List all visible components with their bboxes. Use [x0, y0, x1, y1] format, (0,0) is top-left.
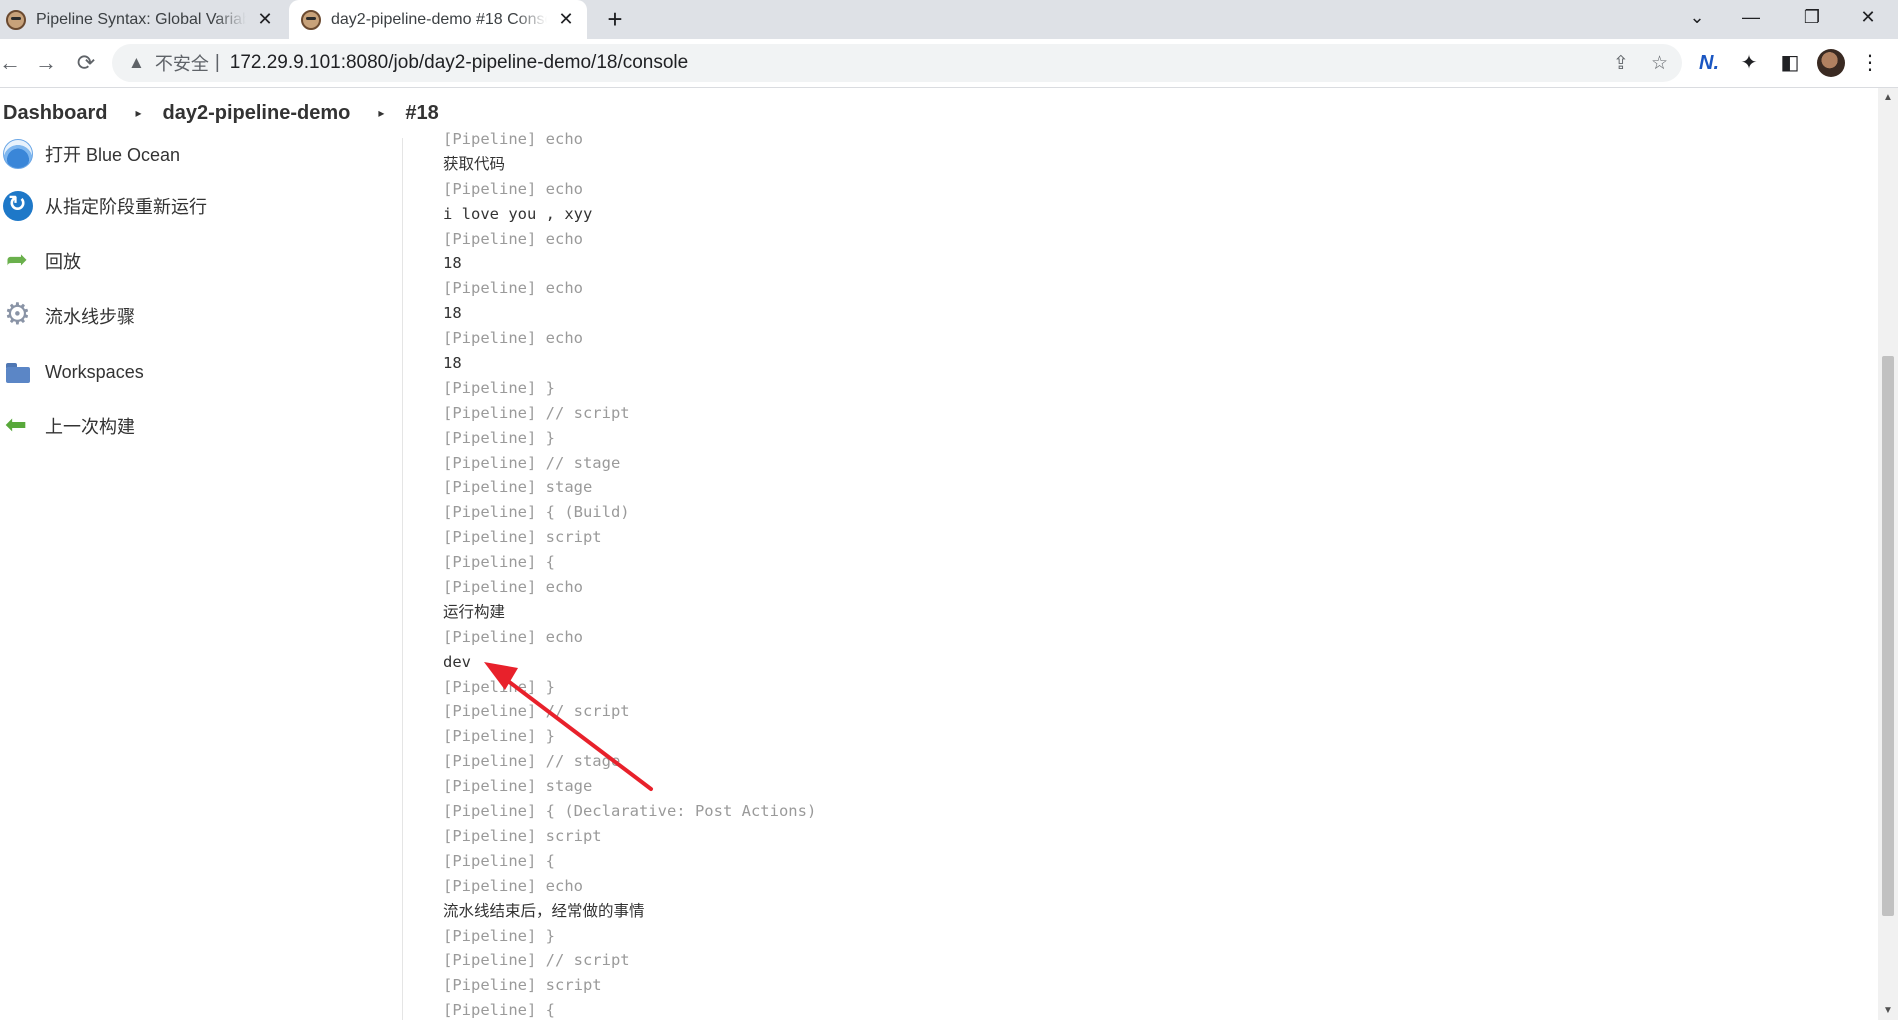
console-pipeline-line: [Pipeline] echo [443, 279, 583, 298]
tab-title: Pipeline Syntax: Global Variable Referen… [36, 10, 246, 28]
gear-icon [3, 297, 33, 332]
console-pipeline-line: [Pipeline] echo [443, 627, 583, 646]
console-pipeline-line: [Pipeline] echo [443, 578, 583, 597]
scroll-thumb[interactable] [1882, 356, 1894, 916]
console-output-line: i love you , xyy [443, 204, 593, 223]
profile-avatar[interactable] [1817, 49, 1845, 77]
previous-build-icon [3, 409, 33, 441]
breadcrumb-build[interactable]: #18 [405, 102, 438, 125]
tab-search-icon[interactable]: ⌄ [1670, 0, 1724, 36]
console-pipeline-line: [Pipeline] // script [443, 951, 630, 970]
extension-n-icon[interactable]: N. [1696, 51, 1722, 75]
new-tab-button[interactable]: + [600, 4, 630, 34]
console-pipeline-line: [Pipeline] } [443, 727, 555, 746]
breadcrumb-arrow-icon[interactable]: ▸ [378, 106, 384, 120]
sidebar-item-label: 从指定阶段重新运行 [45, 197, 207, 217]
reload-button[interactable]: ⟳ [70, 47, 102, 79]
browser-toolbar: ← → ⟳ ▲ 不安全 | 172.29.9.101:8080/job/day2… [0, 39, 1898, 88]
console-pipeline-line: [Pipeline] echo [443, 329, 583, 348]
console-output-line: 18 [443, 304, 462, 323]
sidebar-item-previous-build[interactable]: 上一次构建 [0, 409, 135, 442]
sidebar-item-label: Workspaces [45, 361, 144, 382]
console-pipeline-line: [Pipeline] } [443, 926, 555, 945]
console-output-line: 获取代码 [443, 154, 506, 173]
address-bar[interactable]: ▲ 不安全 | 172.29.9.101:8080/job/day2-pipel… [112, 44, 1682, 82]
address-url[interactable]: 172.29.9.101:8080/job/day2-pipeline-demo… [230, 52, 688, 74]
sidebar-item-label: 流水线步骤 [45, 307, 135, 327]
console-output-line: 流水线结束后，经常做的事情 [443, 901, 645, 920]
tab-title: day2-pipeline-demo #18 Console [331, 10, 547, 28]
breadcrumb-job[interactable]: day2-pipeline-demo [163, 102, 351, 125]
share-icon[interactable]: ⇪ [1613, 52, 1629, 75]
sidebar-item-replay[interactable]: 回放 [0, 244, 81, 277]
console-pipeline-line: [Pipeline] } [443, 428, 555, 447]
scroll-up-icon[interactable]: ▲ [1878, 92, 1898, 103]
console-output: [Pipeline] echo 获取代码 [Pipeline] echo i love… [443, 127, 1843, 1023]
bookmark-star-icon[interactable]: ☆ [1651, 52, 1668, 75]
side-panel-icon[interactable]: ◧ [1777, 51, 1803, 75]
console-output-line: 运行构建 [443, 602, 506, 621]
breadcrumb-dashboard[interactable]: Dashboard [3, 102, 107, 125]
console-pipeline-line: [Pipeline] // script [443, 702, 630, 721]
scroll-down-icon[interactable]: ▼ [1878, 1005, 1898, 1016]
sidebar-item-workspaces[interactable]: Workspaces [0, 356, 144, 388]
extensions-puzzle-icon[interactable]: ✦ [1736, 51, 1762, 75]
console-pipeline-line: [Pipeline] { (Declarative: Post Actions) [443, 802, 817, 821]
sidebar-item-blue-ocean[interactable]: 打开 Blue Ocean [0, 138, 180, 170]
window-close-button[interactable]: ✕ [1841, 0, 1895, 36]
warning-icon[interactable]: ▲ [128, 53, 145, 73]
minimize-button[interactable]: — [1724, 0, 1778, 36]
browser-menu-icon[interactable]: ⋮ [1860, 51, 1880, 75]
console-pipeline-line: [Pipeline] echo [443, 229, 583, 248]
address-actions: ⇪ ☆ [1613, 44, 1668, 82]
console-pipeline-line: [Pipeline] script [443, 976, 602, 995]
console-pipeline-line: [Pipeline] // script [443, 403, 630, 422]
console-pipeline-line: [Pipeline] echo [443, 130, 583, 148]
console-output-line: dev [443, 652, 471, 671]
console-pipeline-line: [Pipeline] { [443, 1001, 555, 1020]
restore-button[interactable]: ❐ [1785, 0, 1839, 36]
restart-stage-icon [3, 191, 33, 221]
console-output-line: 18 [443, 254, 462, 273]
blue-ocean-icon [3, 139, 33, 169]
console-output-line: 18 [443, 354, 462, 373]
jenkins-favicon-icon [6, 9, 26, 30]
forward-button[interactable]: → [30, 47, 62, 79]
browser-tab-pipeline-syntax[interactable]: Pipeline Syntax: Global Variable Referen… [0, 0, 286, 39]
breadcrumb-arrow-icon[interactable]: ▸ [135, 106, 141, 120]
page-scrollbar[interactable]: ▲ ▼ [1878, 88, 1898, 1020]
console-pipeline-line: [Pipeline] script [443, 528, 602, 547]
browser-tab-strip: Pipeline Syntax: Global Variable Referen… [0, 0, 1898, 39]
tab-close-icon[interactable]: ✕ [252, 9, 278, 30]
sidebar: 打开 Blue Ocean 从指定阶段重新运行 回放 流水线步骤 Workspa… [0, 138, 403, 1020]
console-pipeline-line: [Pipeline] { (Build) [443, 503, 630, 522]
console-pipeline-line: [Pipeline] // stage [443, 752, 621, 771]
console-pipeline-line: [Pipeline] echo [443, 179, 583, 198]
console-pipeline-line: [Pipeline] stage [443, 777, 593, 796]
folder-icon [3, 357, 33, 387]
replay-icon [3, 244, 33, 276]
sidebar-item-pipeline-steps[interactable]: 流水线步骤 [0, 297, 135, 332]
sidebar-item-label: 打开 Blue Ocean [45, 145, 181, 165]
console-pipeline-line: [Pipeline] } [443, 677, 555, 696]
console-pipeline-line: [Pipeline] { [443, 851, 555, 870]
sidebar-item-label: 回放 [45, 252, 81, 272]
back-button[interactable]: ← [0, 47, 26, 79]
console-pipeline-line: [Pipeline] stage [443, 478, 593, 497]
console-pipeline-line: [Pipeline] } [443, 378, 555, 397]
sidebar-item-label: 上一次构建 [45, 417, 135, 437]
security-label[interactable]: 不安全 [155, 50, 209, 76]
console-pipeline-line: [Pipeline] { [443, 553, 555, 572]
console-pipeline-line: [Pipeline] // stage [443, 453, 621, 472]
tab-close-icon[interactable]: ✕ [553, 9, 579, 30]
browser-tab-console[interactable]: day2-pipeline-demo #18 Console ✕ [289, 0, 587, 39]
sidebar-item-restart-from-stage[interactable]: 从指定阶段重新运行 [0, 190, 207, 222]
console-pipeline-line: [Pipeline] script [443, 826, 602, 845]
address-separator: | [214, 52, 220, 73]
console-pipeline-line: [Pipeline] echo [443, 876, 583, 895]
jenkins-favicon-icon [301, 9, 321, 30]
